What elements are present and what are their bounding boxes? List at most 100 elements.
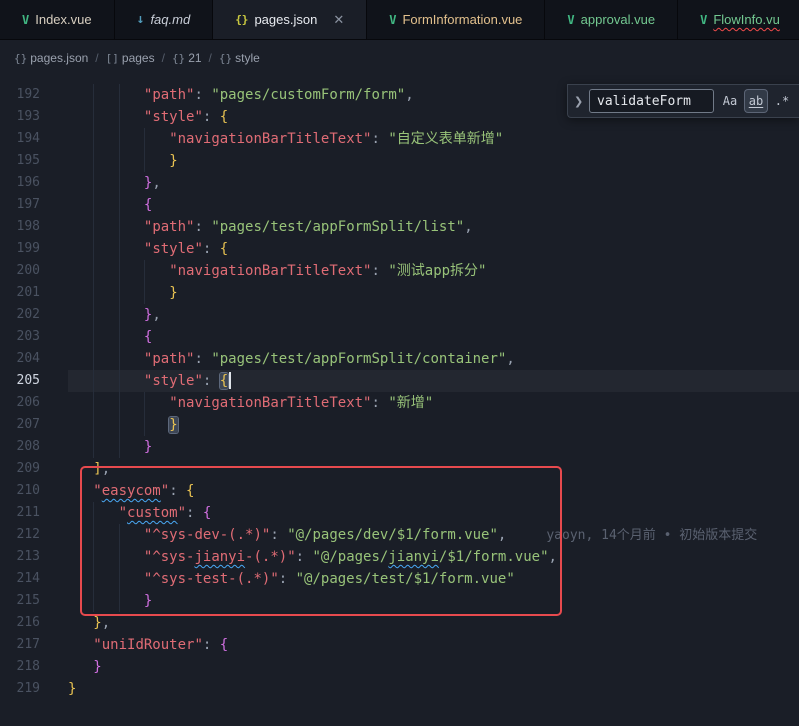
editor[interactable]: 192 "path": "pages/customForm/form",193 … (0, 76, 799, 726)
code-token: , (102, 461, 110, 477)
indent-guide (93, 150, 118, 172)
indent-guide (68, 502, 93, 524)
breadcrumb-item-style[interactable]: {}style (219, 51, 260, 65)
breadcrumb-item-21[interactable]: {}21 (172, 51, 202, 65)
line-number[interactable]: 219 (0, 678, 40, 700)
indent-guide (68, 656, 93, 678)
code-line[interactable]: 210 "easycom": { (0, 480, 799, 502)
indent-guide (119, 304, 144, 326)
code-token: ] (93, 461, 101, 477)
tab-approval-vue[interactable]: Vapproval.vue (545, 0, 678, 39)
line-number[interactable]: 206 (0, 392, 40, 414)
breadcrumb-item-pages[interactable]: []pages (106, 51, 155, 65)
indent-guide (68, 524, 93, 546)
indent-guide (93, 260, 118, 282)
line-content: } (68, 590, 799, 612)
symbol-icon: [] (106, 52, 119, 65)
indent-guide (93, 590, 118, 612)
code-line[interactable]: 213 "^sys-jianyi-(.*)": "@/pages/jianyi/… (0, 546, 799, 568)
indent-guide (68, 326, 93, 348)
code-line[interactable]: 219} (0, 678, 799, 700)
line-number[interactable]: 216 (0, 612, 40, 634)
line-number[interactable]: 202 (0, 304, 40, 326)
line-number[interactable]: 195 (0, 150, 40, 172)
code-token: " (119, 505, 127, 521)
vue-file-icon: V (700, 13, 707, 27)
breadcrumb-item-pages-json[interactable]: {}pages.json (14, 51, 88, 65)
code-line[interactable]: 197 { (0, 194, 799, 216)
code-line[interactable]: 216 }, (0, 612, 799, 634)
line-number[interactable]: 203 (0, 326, 40, 348)
code-line[interactable]: 200 "navigationBarTitleText": "测试app拆分" (0, 260, 799, 282)
indent-guide (68, 590, 93, 612)
code-line[interactable]: 196 }, (0, 172, 799, 194)
line-number[interactable]: 201 (0, 282, 40, 304)
whole-word-button[interactable]: ab (745, 90, 767, 112)
line-number[interactable]: 192 (0, 84, 40, 106)
code-line[interactable]: 201 } (0, 282, 799, 304)
line-number[interactable]: 218 (0, 656, 40, 678)
code-line[interactable]: 217 "uniIdRouter": { (0, 634, 799, 656)
line-number[interactable]: 205 (0, 370, 40, 392)
code-line[interactable]: 206 "navigationBarTitleText": "新增" (0, 392, 799, 414)
indent-guide (119, 84, 144, 106)
code-area[interactable]: 192 "path": "pages/customForm/form",193 … (0, 76, 799, 700)
regex-button[interactable]: .* (771, 90, 793, 112)
code-token: : (270, 527, 287, 543)
code-line[interactable]: 218 } (0, 656, 799, 678)
symbol-icon: {} (219, 52, 232, 65)
line-number[interactable]: 212 (0, 524, 40, 546)
tab-faq-md[interactable]: ↓faq.md (115, 0, 214, 39)
code-line[interactable]: 215 } (0, 590, 799, 612)
toggle-replace-button[interactable]: ❯ (574, 95, 584, 108)
line-number[interactable]: 210 (0, 480, 40, 502)
line-number[interactable]: 193 (0, 106, 40, 128)
code-line[interactable]: 209 ], (0, 458, 799, 480)
line-number[interactable]: 207 (0, 414, 40, 436)
code-line[interactable]: 205 "style": { (0, 370, 799, 392)
tab-flowinfo-vu[interactable]: VFlowInfo.vu (678, 0, 799, 39)
tab-forminformation-vue[interactable]: VFormInformation.vue (367, 0, 545, 39)
line-number[interactable]: 208 (0, 436, 40, 458)
line-number[interactable]: 213 (0, 546, 40, 568)
find-input[interactable] (589, 89, 714, 113)
indent-guide (93, 194, 118, 216)
tab-index-vue[interactable]: VIndex.vue (0, 0, 115, 39)
line-number[interactable]: 197 (0, 194, 40, 216)
match-case-button[interactable]: Aa (719, 90, 741, 112)
code-line[interactable]: 203 { (0, 326, 799, 348)
indent-guide (119, 524, 144, 546)
code-token: "@/pages/ (312, 549, 388, 565)
code-line[interactable]: 208 } (0, 436, 799, 458)
line-number[interactable]: 199 (0, 238, 40, 260)
code-token: -(.*)" (245, 549, 296, 565)
indent-guide (68, 172, 93, 194)
code-line[interactable]: 194 "navigationBarTitleText": "自定义表单新增" (0, 128, 799, 150)
code-token: "style" (144, 241, 203, 257)
line-number[interactable]: 215 (0, 590, 40, 612)
indent-guide (93, 568, 118, 590)
code-line[interactable]: 212 "^sys-dev-(.*)": "@/pages/dev/$1/for… (0, 524, 799, 546)
code-line[interactable]: 199 "style": { (0, 238, 799, 260)
line-number[interactable]: 198 (0, 216, 40, 238)
close-icon[interactable]: ✕ (333, 13, 344, 26)
code-token: : (203, 637, 220, 653)
line-number[interactable]: 211 (0, 502, 40, 524)
code-line[interactable]: 207 } (0, 414, 799, 436)
line-number[interactable]: 204 (0, 348, 40, 370)
line-number[interactable]: 217 (0, 634, 40, 656)
tab-label: FormInformation.vue (402, 12, 522, 27)
code-line[interactable]: 202 }, (0, 304, 799, 326)
indent-guide (93, 304, 118, 326)
line-number[interactable]: 214 (0, 568, 40, 590)
code-line[interactable]: 214 "^sys-test-(.*)": "@/pages/test/$1/f… (0, 568, 799, 590)
line-number[interactable]: 196 (0, 172, 40, 194)
code-line[interactable]: 195 } (0, 150, 799, 172)
code-line[interactable]: 211 "custom": { (0, 502, 799, 524)
line-number[interactable]: 200 (0, 260, 40, 282)
code-line[interactable]: 198 "path": "pages/test/appFormSplit/lis… (0, 216, 799, 238)
code-line[interactable]: 204 "path": "pages/test/appFormSplit/con… (0, 348, 799, 370)
line-number[interactable]: 194 (0, 128, 40, 150)
line-number[interactable]: 209 (0, 458, 40, 480)
tab-pages-json[interactable]: {}pages.json✕ (213, 0, 367, 39)
